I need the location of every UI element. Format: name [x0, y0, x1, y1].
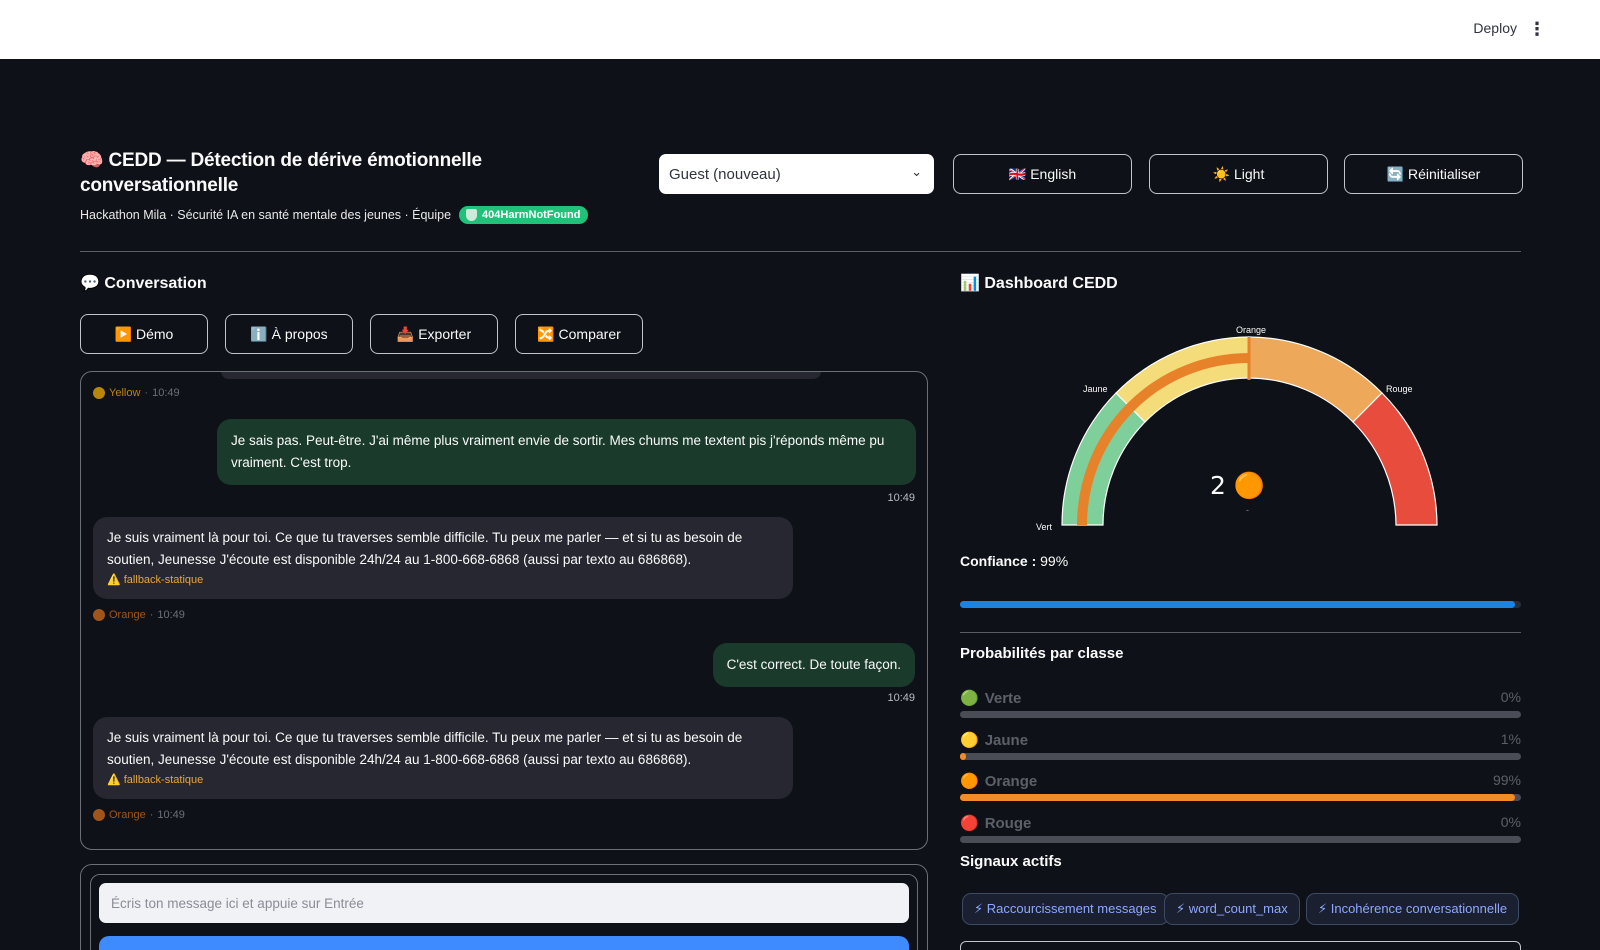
confidence-value: 99% — [1040, 553, 1069, 569]
chat-history[interactable]: Yellow · 10:49 Je sais pas. Peut-être. J… — [80, 371, 928, 850]
probability-value: 0% — [1500, 689, 1521, 705]
shield-icon — [466, 209, 478, 221]
probability-bar-fill — [960, 753, 966, 760]
level-label: Yellow — [109, 387, 141, 399]
dashboard-heading: 📊 Dashboard CEDD — [960, 275, 1118, 292]
fallback-tag: ⚠️ fallback-statique — [107, 574, 204, 586]
gauge-segment-jaune — [1115, 336, 1250, 423]
message-time: 10:49 — [887, 692, 915, 704]
user-select[interactable]: Guest (nouveau) ⌄ — [659, 154, 934, 194]
probability-bar — [960, 794, 1521, 801]
more-menu-icon[interactable]: ⋮ — [1528, 19, 1546, 39]
probability-bar — [960, 753, 1521, 760]
gauge-segment-vert — [1061, 392, 1146, 526]
probability-label: 🟢 Verte — [960, 689, 1022, 708]
signals-heading: Signaux actifs — [960, 853, 1062, 870]
bot-message-text: Je suis vraiment là pour toi. Ce que tu … — [107, 730, 743, 767]
signal-chip: ⚡ Raccourcissement messages — [962, 893, 1169, 925]
level-dot-icon — [93, 809, 105, 821]
confidence-bar-fill — [960, 601, 1516, 608]
dashboard-panel-partial — [960, 941, 1521, 950]
language-button[interactable]: 🇬🇧 English — [953, 154, 1132, 194]
level-label: Orange — [109, 609, 146, 621]
page-title: 🧠 CEDD — Détection de dérive émotionnell… — [80, 150, 482, 196]
gauge-segment-rouge — [1352, 392, 1438, 526]
probability-value: 99% — [1492, 772, 1521, 788]
bot-message-text: Je suis vraiment là pour toi. Ce que tu … — [107, 530, 743, 567]
page-subtitle: Hackathon Mila · Sécurité IA en santé me… — [80, 206, 589, 224]
gauge-label-rouge: Rouge — [1386, 384, 1413, 394]
message-input[interactable] — [99, 883, 909, 923]
divider — [960, 632, 1521, 633]
signal-chip: ⚡ word_count_max — [1164, 893, 1300, 925]
user-message: C'est correct. De toute façon. — [712, 643, 915, 687]
theme-button[interactable]: ☀️ Light — [1149, 154, 1328, 194]
level-dot-icon — [93, 387, 105, 399]
message-meta: Yellow · 10:49 — [93, 387, 180, 399]
red-circle-icon: 🔴 — [960, 815, 979, 832]
gauge-label-vert: Vert — [1036, 522, 1053, 532]
gauge-subvalue: - — [1246, 505, 1249, 515]
chat-input-container — [90, 874, 918, 950]
message-time: 10:49 — [887, 492, 915, 504]
bot-message: Je suis vraiment là pour toi. Ce que tu … — [93, 517, 793, 599]
level-label: Orange — [109, 809, 146, 821]
chevron-down-icon: ⌄ — [911, 164, 922, 179]
reset-button[interactable]: 🔄 Réinitialiser — [1344, 154, 1523, 194]
conversation-heading: 💬 Conversation — [80, 275, 207, 292]
demo-button[interactable]: ▶️ Démo — [80, 314, 208, 354]
divider — [80, 251, 1521, 252]
message-time: 10:49 — [157, 609, 185, 621]
about-button[interactable]: ℹ️ À propos — [225, 314, 353, 354]
compare-button[interactable]: 🔀 Comparer — [515, 314, 643, 354]
bot-message: Je suis vraiment là pour toi. Ce que tu … — [93, 717, 793, 799]
yellow-circle-icon: 🟡 — [960, 732, 979, 749]
deploy-button[interactable]: Deploy — [1473, 20, 1517, 36]
confidence-label: Confiance : — [960, 553, 1037, 569]
gauge-label-jaune: Jaune — [1083, 384, 1108, 394]
probability-bar — [960, 836, 1521, 843]
probability-bar-fill — [960, 794, 1516, 801]
probability-value: 0% — [1500, 814, 1521, 830]
probabilities-heading: Probabilités par classe — [960, 645, 1124, 662]
user-select-value: Guest (nouveau) — [669, 165, 781, 183]
orange-circle-icon: 🟠 — [960, 773, 979, 790]
gauge-value: 2 🟠 — [1210, 471, 1265, 500]
probability-label: 🟠 Orange — [960, 772, 1038, 791]
probability-label: 🟡 Jaune — [960, 731, 1029, 750]
message-bubble-partial — [221, 372, 821, 379]
risk-gauge: Vert Jaune Orange Rouge 2 🟠 - — [1036, 325, 1438, 532]
gauge-segment-orange — [1248, 336, 1383, 423]
gauge-label-orange: Orange — [1236, 325, 1266, 335]
app-toolbar: Deploy ⋮ — [0, 0, 1600, 59]
confidence-text: Confiance : 99% — [960, 553, 1068, 569]
message-time: 10:49 — [152, 387, 180, 399]
subtitle-text: Hackathon Mila · Sécurité IA en santé me… — [80, 208, 452, 222]
confidence-bar — [960, 601, 1521, 608]
fallback-tag: ⚠️ fallback-statique — [107, 774, 204, 786]
probability-label: 🔴 Rouge — [960, 814, 1032, 833]
export-button[interactable]: 📥 Exporter — [370, 314, 498, 354]
send-button[interactable] — [99, 936, 909, 950]
probability-bar — [960, 711, 1521, 718]
message-time: 10:49 — [157, 809, 185, 821]
chat-input-form — [80, 864, 928, 950]
message-meta: Orange · 10:49 — [93, 809, 185, 821]
team-name: 404HarmNotFound — [482, 209, 581, 221]
team-badge: 404HarmNotFound — [459, 206, 589, 224]
user-message: Je sais pas. Peut-être. J'ai même plus v… — [217, 419, 916, 485]
message-meta: Orange · 10:49 — [93, 609, 185, 621]
signal-chip: ⚡ Incohérence conversationnelle — [1306, 893, 1520, 925]
probability-value: 1% — [1500, 731, 1521, 747]
green-circle-icon: 🟢 — [960, 690, 979, 707]
level-dot-icon — [93, 609, 105, 621]
